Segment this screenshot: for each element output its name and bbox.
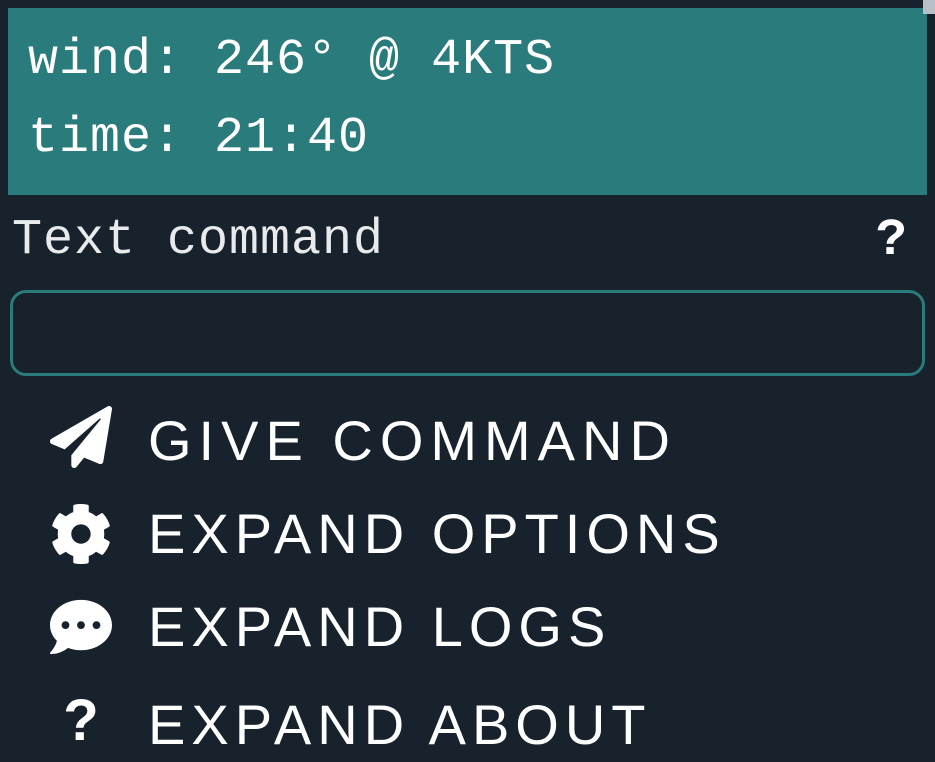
scrollbar-thumb[interactable]: [923, 0, 935, 14]
command-input[interactable]: [10, 290, 925, 376]
expand-logs-button[interactable]: EXPAND LOGS: [0, 580, 935, 673]
paper-plane-icon: [50, 406, 112, 468]
help-icon[interactable]: ?: [876, 211, 907, 270]
chat-bubble-icon: [50, 596, 112, 658]
expand-logs-label: EXPAND LOGS: [148, 594, 611, 659]
expand-options-label: EXPAND OPTIONS: [148, 501, 726, 566]
give-command-label: GIVE COMMAND: [148, 408, 677, 473]
gear-icon: [50, 503, 112, 565]
question-mark-icon: ?: [50, 687, 112, 754]
menu: GIVE COMMAND EXPAND OPTIONS EXPAND LOGS …: [0, 386, 935, 762]
command-label: Text command: [12, 212, 384, 269]
expand-about-button[interactable]: ? EXPAND ABOUT: [0, 673, 935, 762]
command-label-row: Text command ?: [0, 195, 935, 270]
command-input-wrap: [0, 270, 935, 386]
time-readout: time: 21:40: [28, 100, 907, 178]
wind-readout: wind: 246° @ 4KTS: [28, 22, 907, 100]
expand-about-label: EXPAND ABOUT: [148, 697, 652, 753]
give-command-button[interactable]: GIVE COMMAND: [0, 394, 935, 487]
expand-options-button[interactable]: EXPAND OPTIONS: [0, 487, 935, 580]
status-bar: wind: 246° @ 4KTS time: 21:40: [8, 8, 927, 195]
